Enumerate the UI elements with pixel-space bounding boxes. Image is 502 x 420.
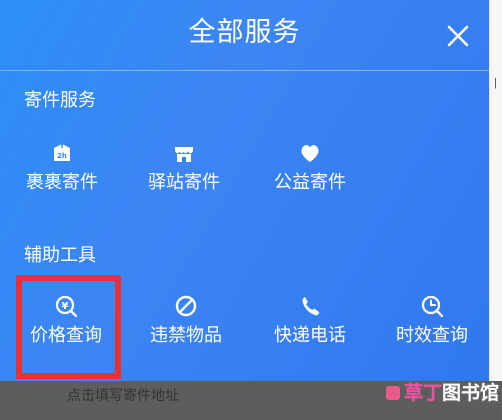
service-label: 裹裹寄件	[26, 172, 98, 193]
tool-label: 违禁物品	[150, 325, 222, 346]
panel-header: 全部服务	[0, 0, 489, 71]
tool-item-delivery-time-query[interactable]: 时效查询	[378, 292, 486, 352]
service-item-charity-send[interactable]: 公益寄件	[256, 139, 364, 199]
address-hint[interactable]: 点击填写寄件地址	[67, 387, 179, 405]
close-icon	[447, 25, 469, 47]
tool-item-prohibited-items[interactable]: 违禁物品	[132, 292, 240, 352]
tool-label: 快递电话	[274, 325, 346, 346]
tool-item-courier-phone[interactable]: 快递电话	[256, 292, 364, 352]
svg-text:2h: 2h	[57, 152, 67, 160]
close-button[interactable]	[444, 22, 472, 50]
section-title-shipping-services: 寄件服务	[24, 90, 96, 111]
watermark: 草丁图书馆	[386, 376, 502, 416]
package-2h-icon: 2h	[54, 144, 70, 161]
phone-icon	[302, 297, 319, 316]
page-title: 全部服务	[188, 17, 301, 48]
service-label: 公益寄件	[274, 172, 346, 193]
service-item-station-send[interactable]: 驿站寄件	[130, 139, 238, 199]
section-title-helper-tools: 辅助工具	[24, 245, 96, 266]
service-item-guoguo-send[interactable]: 2h 裹裹寄件	[8, 139, 116, 199]
heart-icon	[301, 145, 319, 162]
svg-text:¥: ¥	[62, 301, 69, 312]
clock-search-icon	[421, 295, 444, 318]
watermark-logo-icon	[386, 386, 400, 400]
prohibited-icon	[175, 295, 197, 317]
app-screen: 全部服务 寄件服务 2h 裹裹寄件 驿站寄件 公益寄件 辅助工具 ¥ 价格查询 …	[0, 0, 502, 420]
all-services-panel: 全部服务 寄件服务 2h 裹裹寄件 驿站寄件 公益寄件 辅助工具 ¥ 价格查询 …	[0, 0, 489, 381]
right-edge-background: ▏	[489, 0, 502, 381]
watermark-rest-text: 图书馆	[442, 382, 500, 404]
tool-label: 时效查询	[396, 325, 468, 346]
service-label: 驿站寄件	[148, 172, 220, 193]
tool-label: 价格查询	[30, 325, 102, 346]
price-search-icon: ¥	[55, 295, 78, 318]
tool-item-price-query[interactable]: ¥ 价格查询	[12, 292, 120, 352]
station-store-icon	[175, 147, 193, 162]
edge-text-fragment: ▏	[495, 78, 502, 89]
watermark-accent-text: 草丁	[404, 382, 443, 404]
watermark-text: 草丁图书馆	[404, 380, 499, 406]
